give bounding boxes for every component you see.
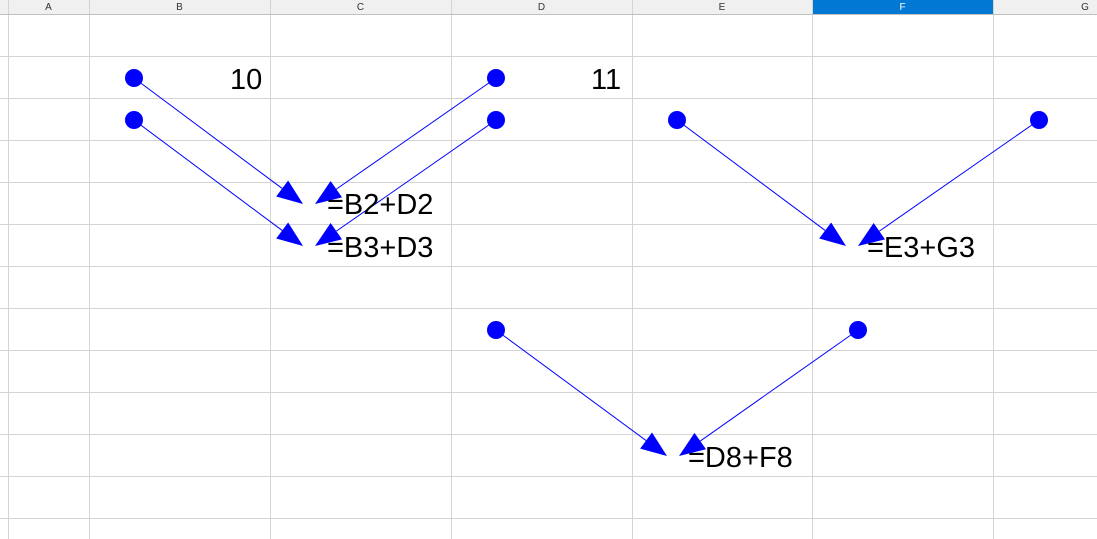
precedent-dot-b3 (125, 111, 143, 129)
precedent-dot-d3 (487, 111, 505, 129)
precedent-dot-d2 (487, 69, 505, 87)
column-header-a[interactable]: A (45, 2, 52, 13)
precedent-dot-b2 (125, 69, 143, 87)
cell-C5-formula[interactable]: =B2+D2 (327, 189, 433, 221)
cell-C2[interactable]: 10 (230, 64, 262, 96)
cell-C6-formula[interactable]: =B3+D3 (327, 232, 433, 264)
column-header-e[interactable]: E (719, 2, 726, 13)
precedent-dot-d8 (487, 321, 505, 339)
cell-E11-formula[interactable]: =D8+F8 (688, 442, 793, 474)
column-header-g[interactable]: G (1081, 2, 1089, 13)
spreadsheet-grid[interactable]: A B C D E F G 10 11 =B2+D2 =B3+D3 =E3+G3 =D8+F… (0, 0, 1097, 539)
column-header-d[interactable]: D (538, 2, 545, 13)
cell-F6-formula[interactable]: =E3+G3 (867, 232, 975, 264)
precedent-dot-g3 (1030, 111, 1048, 129)
column-header-b[interactable]: B (176, 2, 183, 13)
column-header-c[interactable]: C (357, 2, 364, 13)
cell-E2[interactable]: 11 (591, 64, 621, 96)
precedent-dot-e3 (668, 111, 686, 129)
precedent-dot-f8 (849, 321, 867, 339)
column-header-f[interactable]: F (899, 2, 905, 13)
grid-background[interactable] (0, 0, 1097, 539)
